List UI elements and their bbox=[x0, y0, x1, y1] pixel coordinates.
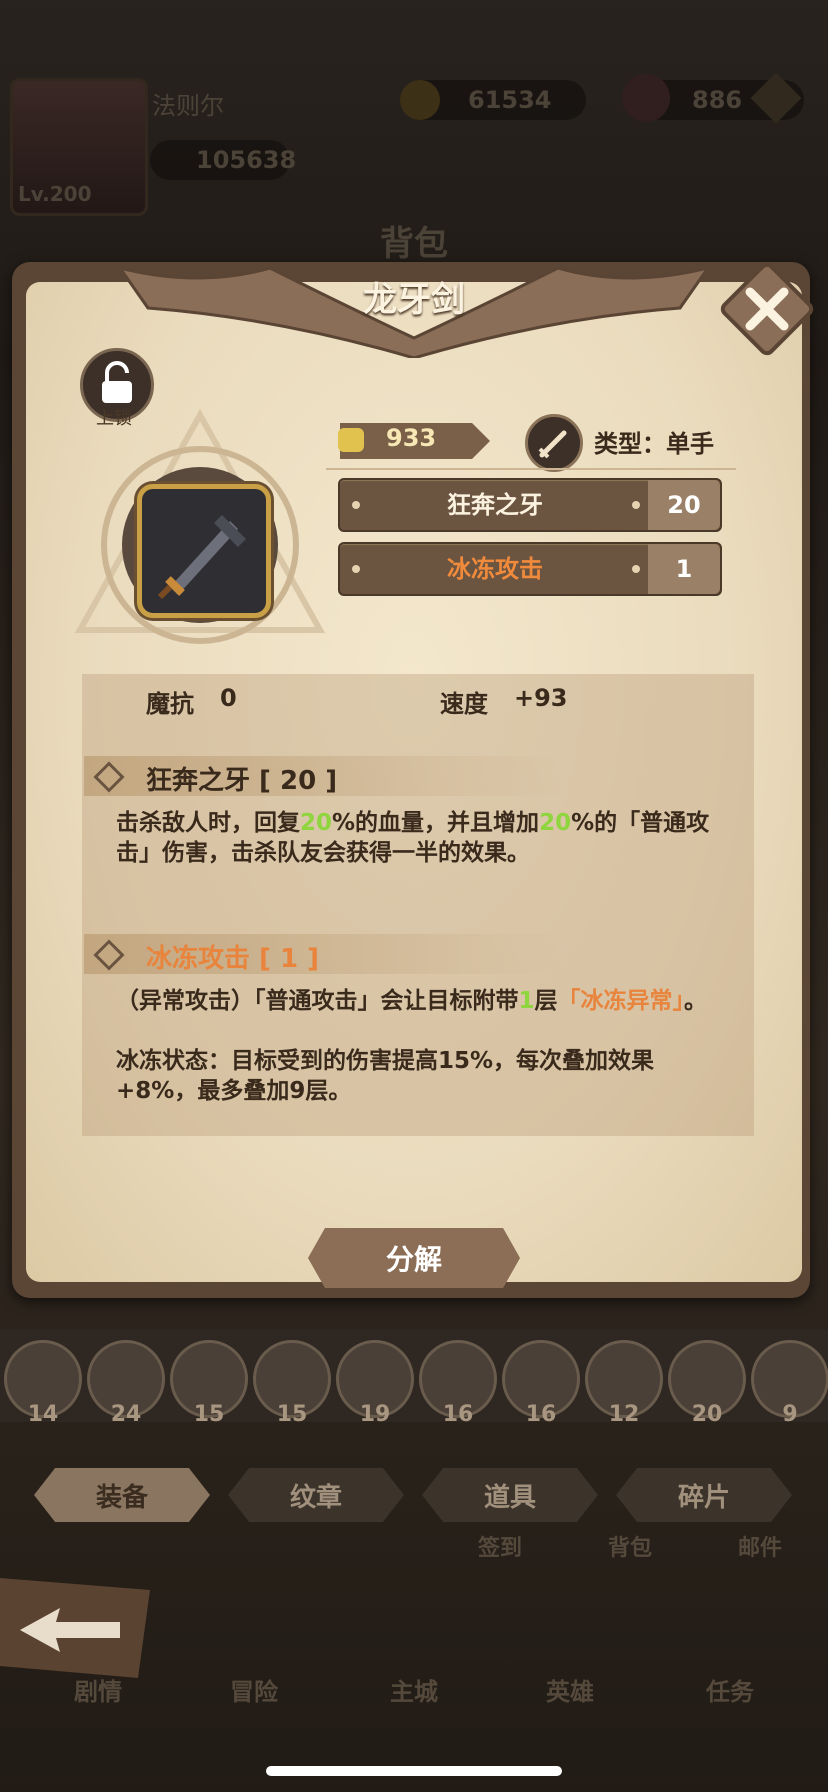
category-count: 15 bbox=[193, 1402, 225, 1427]
tab-fragments[interactable]: 碎片 bbox=[616, 1468, 792, 1522]
skill-level: 20 bbox=[648, 480, 720, 530]
skill-name: 狂奔之牙 bbox=[447, 491, 543, 519]
home-indicator[interactable] bbox=[266, 1766, 562, 1776]
section-header-freeze-attack: 冰冻攻击 [ 1 ] bbox=[84, 934, 564, 974]
category-count: 12 bbox=[608, 1402, 640, 1427]
diamond-icon bbox=[93, 939, 125, 971]
tab-equipment[interactable]: 装备 bbox=[34, 1468, 210, 1522]
tab-emblem[interactable]: 纹章 bbox=[228, 1468, 404, 1522]
category-count: 24 bbox=[110, 1402, 142, 1427]
category-count: 19 bbox=[359, 1402, 391, 1427]
section-title: 冰冻攻击 [ 1 ] bbox=[146, 944, 320, 974]
nav-label-heroes: 英雄 bbox=[546, 1678, 594, 1706]
magic-res-value: 0 bbox=[220, 684, 237, 712]
category-count: 16 bbox=[442, 1402, 474, 1427]
ghost-label-mail: 邮件 bbox=[738, 1536, 783, 1561]
category-count: 20 bbox=[691, 1402, 723, 1427]
freeze-status-desc: 冰冻状态：目标受到的伤害提高15%，每次叠加效果+8%，最多叠加9层。 bbox=[116, 1048, 655, 1104]
section-desc-freeze-attack: （异常攻击）「普通攻击」会让目标附带1层「冰冻异常」。 bbox=[116, 988, 708, 1014]
category-count: 9 bbox=[782, 1402, 798, 1427]
category-count: 14 bbox=[27, 1402, 59, 1427]
divider bbox=[326, 468, 736, 470]
tab-items[interactable]: 道具 bbox=[422, 1468, 598, 1522]
sword-icon bbox=[538, 430, 567, 459]
item-icon-frame bbox=[137, 484, 271, 618]
nav-label-tasks: 任务 bbox=[706, 1678, 754, 1706]
power-value: 933 bbox=[386, 424, 437, 452]
dragon-fang-sword-icon bbox=[157, 515, 246, 600]
skill-bar-frenzy-fang[interactable]: 狂奔之牙 20 bbox=[338, 478, 722, 532]
skill-level: 1 bbox=[648, 544, 720, 594]
category-count: 15 bbox=[276, 1402, 308, 1427]
magic-res-label: 魔抗 bbox=[146, 690, 194, 718]
nav-label-adventure: 冒险 bbox=[230, 1678, 278, 1706]
speed-value: +93 bbox=[514, 684, 568, 712]
section-desc-frenzy-fang: 击杀敌人时，回复20%的血量，并且增加20%的「普通攻击」伤害，击杀队友会获得一… bbox=[116, 810, 710, 866]
category-count: 16 bbox=[525, 1402, 557, 1427]
item-title: 龙牙剑 bbox=[363, 280, 465, 320]
diamond-icon bbox=[93, 761, 125, 793]
weapon-type-label: 类型：单手 bbox=[594, 430, 714, 458]
weapon-type-icon bbox=[525, 414, 583, 472]
skill-name: 冰冻攻击 bbox=[447, 555, 543, 583]
ghost-label-checkin: 签到 bbox=[478, 1536, 523, 1561]
ghost-label-bag: 背包 bbox=[608, 1536, 653, 1561]
section-header-frenzy-fang: 狂奔之牙 [ 20 ] bbox=[84, 756, 564, 796]
skill-bar-freeze-attack[interactable]: 冰冻攻击 1 bbox=[338, 542, 722, 596]
section-title: 狂奔之牙 [ 20 ] bbox=[146, 766, 338, 796]
decompose-button[interactable]: 分解 bbox=[308, 1228, 520, 1288]
speed-label: 速度 bbox=[440, 690, 488, 718]
nav-label-main-city: 主城 bbox=[390, 1678, 438, 1706]
fist-icon bbox=[338, 428, 364, 452]
close-button[interactable] bbox=[720, 262, 814, 356]
nav-label-story: 剧情 bbox=[74, 1678, 122, 1706]
